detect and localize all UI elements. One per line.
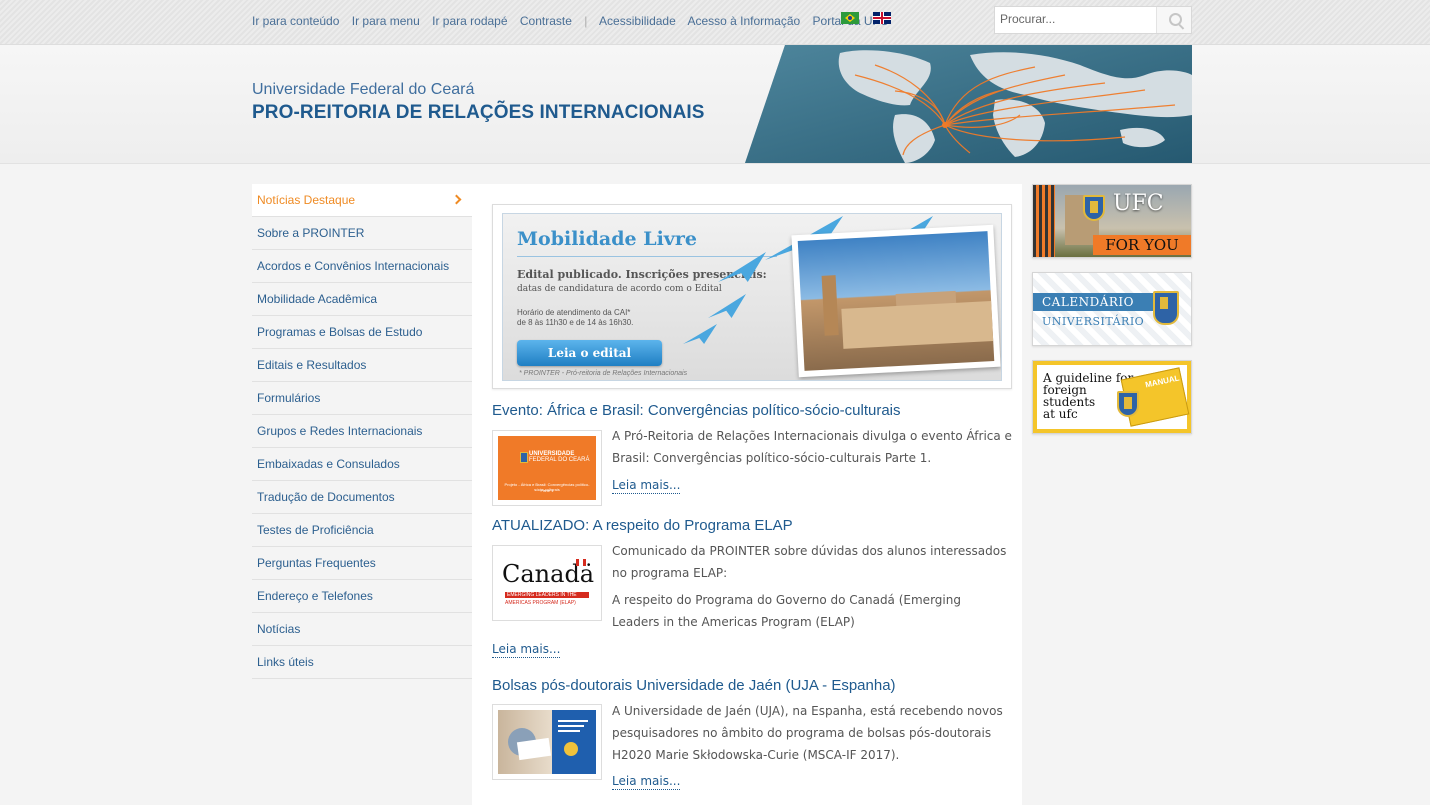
sidebar-item-embaixadas[interactable]: Embaixadas e Consulados xyxy=(252,448,472,481)
link-separator: | xyxy=(584,14,588,28)
ufc-crest-icon xyxy=(1083,195,1105,221)
article-title-link[interactable]: Bolsas pós-doutorais Universidade de Jaé… xyxy=(492,677,896,694)
banner-divider xyxy=(517,256,777,257)
read-more-link[interactable]: Leia mais... xyxy=(492,641,561,658)
uja-photo xyxy=(498,710,596,774)
calendar-title: CALENDÁRIO xyxy=(1042,295,1134,309)
coimbra-photo xyxy=(791,224,1001,378)
banner-line: Horário de atendimento da CAI* xyxy=(517,308,631,317)
contrast-link[interactable]: Contraste xyxy=(520,14,572,28)
calendario-universitario-banner[interactable]: CALENDÁRIO UNIVERSITÁRIO xyxy=(1032,272,1192,346)
sidebar-item-mobilidade[interactable]: Mobilidade Acadêmica xyxy=(252,283,472,316)
calendar-subtitle: UNIVERSITÁRIO xyxy=(1042,315,1145,328)
ufc-for-you-banner[interactable]: UFC FOR YOU xyxy=(1032,184,1192,258)
sidebar-item-acordos[interactable]: Acordos e Convênios Internacionais xyxy=(252,250,472,283)
banner-line: Edital publicado. Inscrições presenciais… xyxy=(517,268,767,281)
banner-line: de 8 às 11h30 e de 14 às 16h30. xyxy=(517,318,634,327)
skip-to-menu-link[interactable]: Ir para menu xyxy=(352,14,420,28)
search-icon xyxy=(1169,13,1182,26)
article-title-link[interactable]: Evento: África e Brasil: Convergências p… xyxy=(492,402,901,419)
sidebar-item-links[interactable]: Links úteis xyxy=(252,646,472,679)
article-summary: Comunicado da PROINTER sobre dúvidas dos… xyxy=(612,544,1007,580)
ufc-logo-text: UFC xyxy=(1113,191,1164,216)
search-button[interactable] xyxy=(1156,7,1191,33)
paper-plane-icon xyxy=(708,294,746,318)
ufc-crest-icon xyxy=(1153,291,1179,325)
site-header: Universidade Federal do Ceará PRO-REITOR… xyxy=(0,45,1430,164)
banner-title: Mobilidade Livre xyxy=(517,228,697,250)
article-summary: A Universidade de Jaén (UJA), na Espanha… xyxy=(612,704,1003,762)
poster-text: FEDERAL DO CEARÁ xyxy=(529,457,590,463)
accessibility-link[interactable]: Acessibilidade xyxy=(599,14,676,28)
read-more-link[interactable]: Leia mais... xyxy=(612,477,681,494)
elap-text: EMERGING LEADERS IN THE xyxy=(505,592,589,598)
for-you-tag: FOR YOU xyxy=(1093,235,1191,255)
article-summary: A respeito do Programa do Governo do Can… xyxy=(612,593,961,629)
uk-flag-icon[interactable] xyxy=(873,12,891,24)
world-map-banner xyxy=(745,45,1192,163)
article-summary: A Pró-Reitoria de Relações Internacionai… xyxy=(612,429,1012,465)
search-input[interactable] xyxy=(995,7,1150,31)
sidebar-nav: Notícias Destaque Sobre a PROINTER Acord… xyxy=(252,184,472,679)
sidebar-item-sobre[interactable]: Sobre a PROINTER xyxy=(252,217,472,250)
article-thumbnail[interactable] xyxy=(492,704,602,780)
accessibility-links: Ir para conteúdo Ir para menu Ir para ro… xyxy=(252,14,898,28)
ufc-crest-icon xyxy=(1117,391,1139,417)
banner-line: datas de candidatura de acordo com o Edi… xyxy=(517,284,722,294)
sidebar-item-formularios[interactable]: Formulários xyxy=(252,382,472,415)
top-bar: Ir para conteúdo Ir para menu Ir para ro… xyxy=(0,0,1430,45)
banner-credit: * PROINTER - Pró-reitoria de Relações In… xyxy=(519,370,688,377)
article-thumbnail[interactable]: Canadä EMERGING LEADERS IN THE AMERICAS … xyxy=(492,545,602,621)
elap-text: AMERICAS PROGRAM (ELAP) xyxy=(505,600,576,606)
sidebar-item-traducao[interactable]: Tradução de Documentos xyxy=(252,481,472,514)
access-to-information-link[interactable]: Acesso à Informação xyxy=(687,14,800,28)
sidebar-item-programas[interactable]: Programas e Bolsas de Estudo xyxy=(252,316,472,349)
article-thumbnail[interactable]: UNIVERSIDADE FEDERAL DO CEARÁ Projeto - … xyxy=(492,430,602,506)
sidebar-item-grupos[interactable]: Grupos e Redes Internacionais xyxy=(252,415,472,448)
search-box xyxy=(994,6,1192,34)
university-name[interactable]: Universidade Federal do Ceará xyxy=(252,81,474,99)
poster-text: Parte 1 xyxy=(540,488,554,493)
page-title[interactable]: PRO-REITORIA DE RELAÇÕES INTERNACIONAIS xyxy=(252,102,705,124)
sidebar-item-noticias[interactable]: Notícias xyxy=(252,613,472,646)
sidebar-item-label: Notícias Destaque xyxy=(257,193,356,207)
article-title-link[interactable]: ATUALIZADO: A respeito do Programa ELAP xyxy=(492,517,793,534)
read-edital-button[interactable]: Leia o edital xyxy=(517,340,662,366)
event-poster: UNIVERSIDADE FEDERAL DO CEARÁ Projeto - … xyxy=(498,436,596,500)
banner-artwork: Mobilidade Livre Edital publicado. Inscr… xyxy=(502,213,1002,381)
mobilidade-livre-banner[interactable]: Mobilidade Livre Edital publicado. Inscr… xyxy=(492,204,1012,389)
brazil-flag-icon[interactable] xyxy=(841,12,859,24)
main-content: Mobilidade Livre Edital publicado. Inscr… xyxy=(472,184,1022,805)
sidebar-item-editais[interactable]: Editais e Resultados xyxy=(252,349,472,382)
sidebar-item-endereco[interactable]: Endereço e Telefones xyxy=(252,580,472,613)
paper-plane-icon xyxy=(683,324,717,344)
canada-flag-icon xyxy=(576,559,586,566)
skip-to-footer-link[interactable]: Ir para rodapé xyxy=(432,14,507,28)
guide-line: at ufc xyxy=(1043,407,1078,421)
sidebar-item-testes[interactable]: Testes de Proficiência xyxy=(252,514,472,547)
chevron-right-icon xyxy=(451,194,462,205)
read-more-link[interactable]: Leia mais... xyxy=(612,773,681,790)
foreign-students-guide-banner[interactable]: A guideline for foreign students at ufc … xyxy=(1032,360,1192,434)
sidebar-item-perguntas[interactable]: Perguntas Frequentes xyxy=(252,547,472,580)
canada-elap-logo: Canadä EMERGING LEADERS IN THE AMERICAS … xyxy=(498,551,596,615)
skip-to-content-link[interactable]: Ir para conteúdo xyxy=(252,14,339,28)
sidebar-item-noticias-destaque[interactable]: Notícias Destaque xyxy=(252,184,472,217)
